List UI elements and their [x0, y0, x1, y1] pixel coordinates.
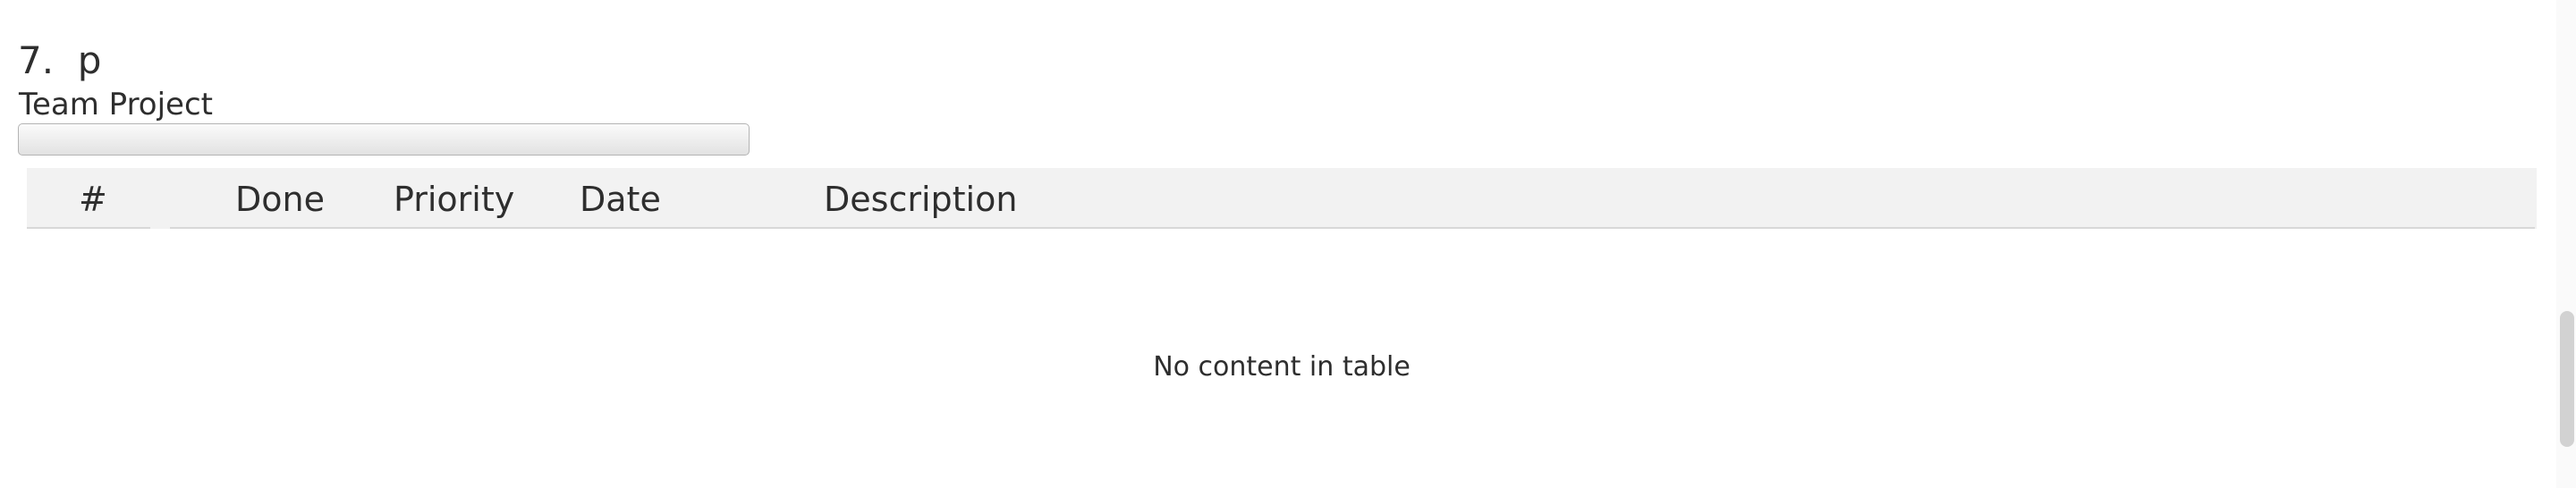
column-label-description: Description	[824, 180, 1018, 219]
column-label-done: Done	[235, 180, 325, 219]
task-list-view: 7. p Team Project # Done Priority Date D…	[0, 0, 2576, 488]
heading-letter: p	[77, 38, 102, 82]
column-header-extra[interactable]	[1145, 168, 2535, 229]
project-name-label: Team Project	[19, 87, 213, 122]
column-label-priority: Priority	[394, 180, 515, 219]
heading-number: 7.	[18, 38, 55, 82]
column-header-number[interactable]: #	[27, 168, 150, 229]
column-header-done[interactable]: Done	[170, 168, 351, 229]
table-empty-placeholder: No content in table	[1153, 351, 1411, 383]
project-progress-bar	[18, 123, 750, 156]
column-header-date[interactable]: Date	[508, 168, 689, 229]
scrollbar-thumb[interactable]	[2560, 311, 2574, 447]
column-header-priority[interactable]: Priority	[340, 168, 521, 229]
column-label-date: Date	[580, 180, 661, 219]
page-heading: 7. p	[18, 38, 101, 84]
table-header-row: # Done Priority Date Description	[27, 168, 2537, 229]
column-label-number: #	[79, 180, 107, 219]
column-header-description[interactable]: Description	[680, 168, 1154, 229]
task-table: # Done Priority Date Description No cont…	[27, 168, 2537, 452]
vertical-scrollbar[interactable]	[2556, 0, 2576, 488]
